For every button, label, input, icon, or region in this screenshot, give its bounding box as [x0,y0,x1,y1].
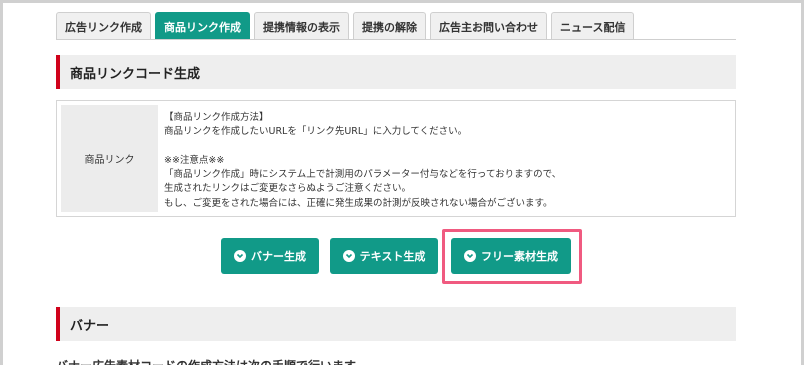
section-heading-product-link: 商品リンクコード生成 [56,55,736,89]
tab-bar: 広告リンク作成 商品リンク作成 提携情報の表示 提携の解除 広告主お問い合わせ … [56,12,635,40]
info-line: 「商品リンク作成」時にシステム上で計測用のパラメーター付与などを行っておりますの… [164,169,562,181]
section-heading-banner: バナー [56,307,736,341]
tab-divider [56,39,736,40]
info-line: ※※注意点※※ [164,154,225,166]
text-generate-label: テキスト生成 [359,250,426,263]
highlight-box [442,229,582,284]
page-title: 商品リンクコード生成 [70,66,201,82]
chevron-down-circle-icon [234,250,246,262]
info-line: もし、ご変更をされた場合には、正確に発生成果の計測が反映されない場合がございます… [164,197,553,209]
tab-advertiser-inquiry[interactable]: 広告主お問い合わせ [430,12,547,40]
info-line: 【商品リンク作成方法】 [164,112,269,123]
tab-product-link-create[interactable]: 商品リンク作成 [155,12,250,40]
info-line: 商品リンクを作成したいURLを「リンク先URL」に入力してください。 [164,126,468,138]
tab-partnership-cancel[interactable]: 提携の解除 [353,12,426,40]
text-generate-button[interactable]: テキスト生成 [330,238,438,274]
chevron-down-circle-icon [342,250,355,262]
product-link-info-table: 商品リンク 【商品リンク作成方法】 商品リンクを作成したいURLを「リンク先UR… [56,100,736,217]
banner-instructions-text: バナー広告素材コードの作成方法は次の手順で行います。 [56,357,367,365]
tab-news-delivery[interactable]: ニュース配信 [551,12,635,40]
info-table-body: 【商品リンク作成方法】 商品リンクを作成したいURLを「リンク先URL」に入力し… [158,105,731,212]
banner-generate-label: バナー生成 [251,250,306,263]
tab-ad-link-create[interactable]: 広告リンク作成 [56,12,151,40]
info-line [164,140,725,154]
banner-generate-button[interactable]: バナー生成 [221,238,319,274]
tab-partnership-info[interactable]: 提携情報の表示 [254,12,349,40]
info-line: 生成されたリンクはご変更なさらぬようご注意ください。 [164,183,412,195]
info-table-header: 商品リンク [61,105,158,212]
banner-section-title: バナー [70,318,110,334]
